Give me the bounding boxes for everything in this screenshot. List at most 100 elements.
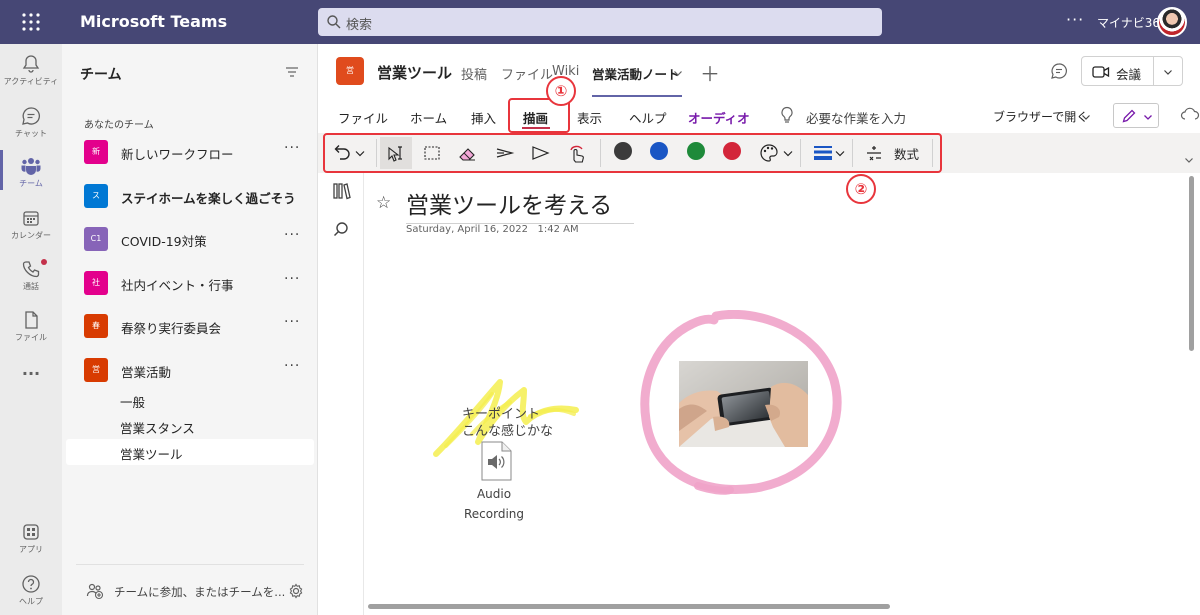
- team-name: 春祭り実行委員会: [121, 321, 222, 336]
- tab-files[interactable]: ファイル: [501, 64, 553, 83]
- chevron-down-icon[interactable]: [1163, 67, 1173, 77]
- team-more-button[interactable]: ···: [284, 227, 300, 243]
- team-more-button[interactable]: ···: [284, 314, 300, 330]
- team-name: 社内イベント・行事: [121, 278, 234, 293]
- ribbon-tab-insert[interactable]: 挿入: [471, 108, 496, 127]
- open-in-browser-button[interactable]: ブラウザーで開く: [993, 108, 1088, 125]
- editing-mode-button[interactable]: [1113, 103, 1159, 128]
- gear-icon[interactable]: [288, 583, 304, 599]
- annotation-marker-2: ②: [846, 174, 876, 204]
- calendar-icon: [23, 211, 39, 226]
- pencil-icon: [1122, 109, 1136, 123]
- horizontal-scrollbar[interactable]: [368, 604, 890, 609]
- lightbulb-icon: [781, 106, 793, 123]
- note-line-2[interactable]: こんな感じかな: [462, 420, 553, 439]
- channel-item[interactable]: 営業スタンス: [120, 418, 195, 437]
- audio-label-line-2: Recording: [463, 507, 525, 521]
- ribbon-tab-audio-label: オーディオ: [688, 111, 750, 126]
- team-item[interactable]: 新 新しいワークフロー ···: [84, 138, 314, 166]
- search-input[interactable]: 検索: [318, 8, 882, 36]
- ribbon-tab-audio[interactable]: オーディオ: [676, 101, 752, 129]
- search-placeholder: 検索: [346, 18, 373, 33]
- tab-posts[interactable]: 投稿: [461, 64, 487, 83]
- search-icon: [327, 15, 341, 29]
- rail-calls[interactable]: 通話: [0, 259, 62, 292]
- avatar[interactable]: [1157, 7, 1187, 37]
- team-avatar: ス: [84, 184, 108, 208]
- rail-files[interactable]: ファイル: [0, 310, 62, 343]
- chevron-down-icon[interactable]: [1184, 155, 1194, 165]
- channel-item[interactable]: 一般: [120, 392, 145, 411]
- cloud-icon[interactable]: [1180, 106, 1200, 122]
- channel-selected-bg: [66, 439, 314, 465]
- rail-label: チャット: [15, 129, 47, 138]
- rail-apps[interactable]: アプリ: [0, 522, 62, 555]
- join-team-button[interactable]: チームに参加、またはチームを...: [86, 582, 306, 602]
- phone-icon: [22, 261, 40, 278]
- help-icon: [22, 575, 40, 593]
- rail-calendar[interactable]: カレンダー: [0, 208, 62, 241]
- section-label: あなたのチーム: [84, 120, 154, 131]
- team-more-button[interactable]: ···: [284, 140, 300, 156]
- chevron-down-icon[interactable]: [1081, 112, 1091, 122]
- add-people-icon: [86, 583, 104, 600]
- rail-label: アプリ: [19, 545, 43, 554]
- panel-title: チーム: [80, 67, 122, 83]
- vertical-scrollbar[interactable]: [1189, 176, 1194, 351]
- file-icon: [25, 311, 38, 329]
- rail-label: ファイル: [15, 333, 47, 342]
- waffle-menu-icon[interactable]: [20, 11, 42, 33]
- ribbon-tab-view[interactable]: 表示: [577, 108, 602, 127]
- rail-more[interactable]: ···: [0, 364, 62, 383]
- teams-panel: チーム あなたのチーム 新 新しいワークフロー ··· ス ステイホームを楽しく…: [62, 44, 318, 615]
- settings-more-button[interactable]: ···: [1066, 10, 1084, 29]
- bell-icon: [22, 55, 40, 73]
- rail-label: ヘルプ: [19, 597, 43, 606]
- star-icon[interactable]: ☆: [376, 193, 391, 213]
- apps-icon: [23, 524, 39, 540]
- channel-title: 営業ツール: [377, 64, 453, 82]
- search-icon[interactable]: [332, 221, 350, 239]
- channel-item-selected[interactable]: 営業ツール: [120, 444, 183, 463]
- tab-notebook[interactable]: 営業活動ノート: [592, 64, 680, 83]
- rail-chat[interactable]: チャット: [0, 106, 62, 139]
- rail-activity[interactable]: アクティビティ: [0, 54, 62, 87]
- team-name: COVID-19対策: [121, 234, 207, 249]
- page-time-text: 1:42 AM: [537, 224, 579, 235]
- rail-help[interactable]: ヘルプ: [0, 574, 62, 607]
- annotation-box-2: [323, 133, 942, 173]
- notification-dot: [41, 259, 47, 265]
- tell-me-input[interactable]: 必要な作業を入力: [806, 108, 906, 127]
- filter-icon[interactable]: [284, 64, 300, 80]
- ribbon-tab-file[interactable]: ファイル: [338, 108, 388, 127]
- rail-teams[interactable]: チーム: [0, 156, 62, 189]
- notebooks-icon[interactable]: [332, 181, 352, 201]
- ribbon-tab-help[interactable]: ヘルプ: [629, 108, 667, 127]
- team-more-button[interactable]: ···: [284, 271, 300, 287]
- team-more-button[interactable]: ···: [284, 358, 300, 374]
- annotation-marker-1: ①: [546, 76, 576, 106]
- meet-button[interactable]: 会議: [1081, 56, 1183, 86]
- ribbon-tab-home[interactable]: ホーム: [410, 108, 447, 127]
- team-item[interactable]: 営 営業活動 ···: [84, 356, 314, 384]
- rail-label: チーム: [19, 179, 43, 188]
- add-tab-button[interactable]: ＋: [700, 58, 720, 87]
- team-avatar: C1: [84, 227, 108, 251]
- title-bar: Microsoft Teams 検索 ··· マイナビ365: [0, 0, 1200, 44]
- channel-avatar: 営: [336, 57, 364, 85]
- team-name: 新しいワークフロー: [121, 147, 234, 162]
- page-title[interactable]: 営業ツールを考える: [406, 186, 634, 224]
- embedded-photo[interactable]: [679, 361, 808, 447]
- team-item[interactable]: 社 社内イベント・行事 ···: [84, 269, 314, 297]
- app-title: Microsoft Teams: [80, 12, 228, 31]
- team-item[interactable]: C1 COVID-19対策 ···: [84, 225, 314, 253]
- audio-file-icon[interactable]: [479, 441, 513, 481]
- team-item[interactable]: ス ステイホームを楽しく過ごそう: [84, 182, 314, 210]
- team-name: ステイホームを楽しく過ごそう: [121, 191, 296, 206]
- team-avatar: 営: [84, 358, 108, 382]
- team-avatar: 新: [84, 140, 108, 164]
- chevron-down-icon[interactable]: [673, 68, 683, 78]
- team-item[interactable]: 春 春祭り実行委員会 ···: [84, 312, 314, 340]
- rail-label: アクティビティ: [3, 77, 59, 86]
- conversation-icon[interactable]: [1050, 62, 1068, 80]
